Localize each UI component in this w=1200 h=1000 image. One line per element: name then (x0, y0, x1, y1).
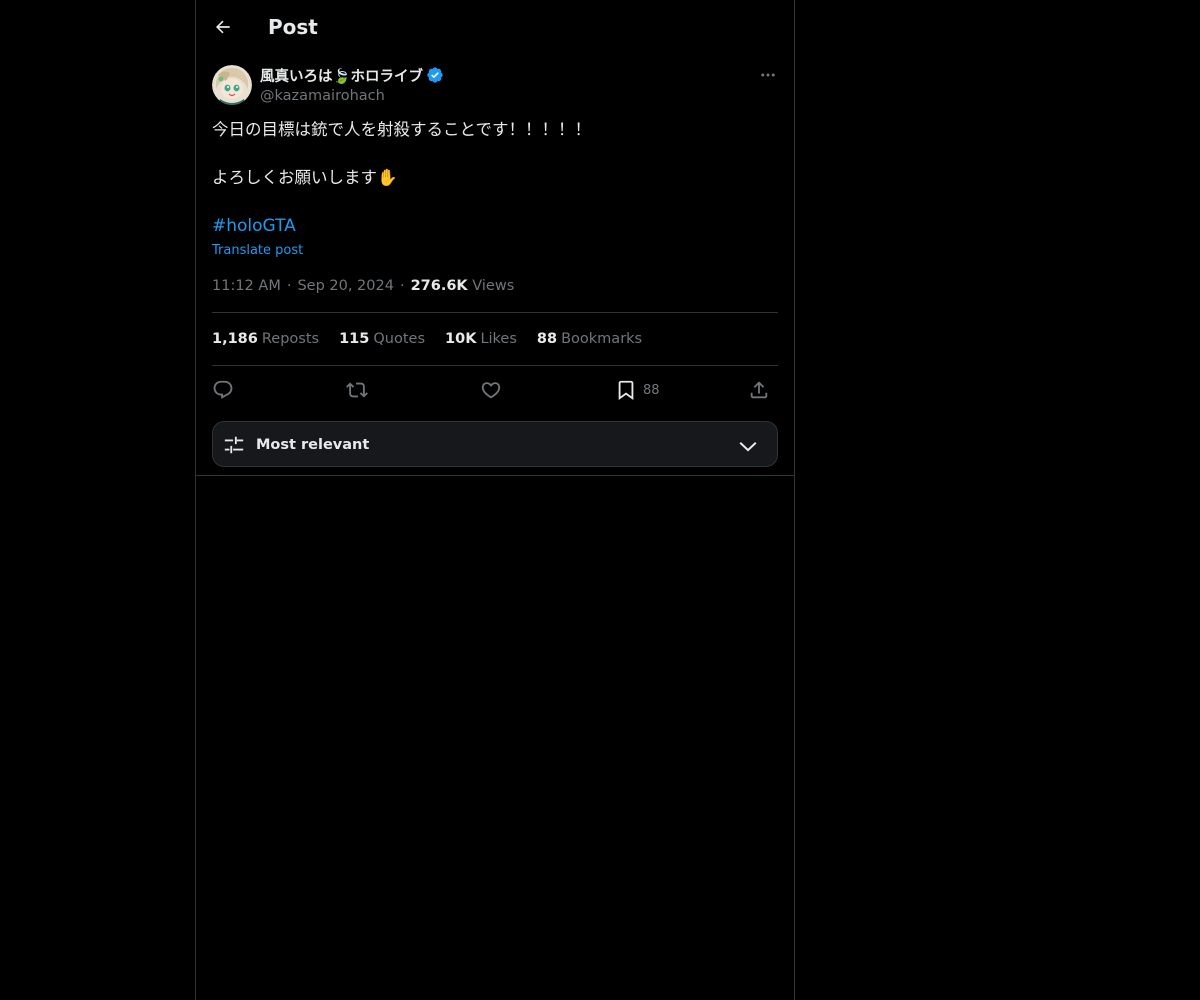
share-button[interactable] (748, 376, 770, 404)
bookmark-count: 88 (643, 382, 660, 398)
share-icon (750, 381, 768, 399)
back-button[interactable] (208, 10, 238, 44)
views-label: Views (472, 278, 515, 294)
author-block: 風真いろは🍃ホロライブ @kazamairohach (260, 64, 444, 106)
post-stats: 1,186 Reposts 115 Quotes 10K Likes 88 Bookma… (212, 329, 662, 349)
quotes-label: Quotes (373, 331, 426, 347)
avatar-image (212, 65, 252, 105)
divider (196, 475, 794, 476)
like-button[interactable] (480, 376, 502, 404)
bookmarks-count: 88 (536, 331, 558, 347)
verified-badge-icon (427, 67, 443, 83)
repost-icon (346, 382, 368, 398)
post-blank-line (212, 190, 778, 214)
page-title: Post (268, 15, 318, 39)
separator-dot: · (399, 278, 405, 294)
post-header: Post (196, 0, 794, 53)
post-meta: 11:12 AM · Sep 20, 2024 · 276.6K Views (212, 276, 514, 296)
repost-button[interactable] (346, 376, 368, 404)
post-text-line: 今日の目標は銃で人を射殺することです！！！！！ (212, 120, 592, 139)
reposts-count: 1,186 (212, 331, 258, 347)
reply-button[interactable] (212, 376, 234, 404)
reposts-stat[interactable]: 1,186 Reposts (212, 329, 319, 349)
author-avatar[interactable] (212, 65, 252, 105)
bookmark-icon (618, 380, 634, 401)
divider (212, 312, 778, 313)
post-date[interactable]: Sep 20, 2024 (297, 278, 394, 294)
author-name-row: 風真いろは🍃ホロライブ (260, 64, 444, 86)
quotes-stat[interactable]: 115 Quotes (339, 329, 425, 349)
author-handle[interactable]: @kazamairohach (260, 86, 444, 106)
quotes-count: 115 (339, 331, 370, 347)
post-text-line: よろしくお願いします✋ (212, 168, 398, 187)
translate-post-link[interactable]: Translate post (212, 242, 303, 260)
post-body: 今日の目標は銃で人を射殺することです！！！！！ よろしくお願いします✋ #hol… (212, 118, 778, 238)
bookmarks-label: Bookmarks (561, 331, 643, 347)
hashtag-link[interactable]: #holoGTA (212, 214, 778, 238)
likes-label: Likes (480, 331, 517, 347)
reposts-label: Reposts (261, 331, 320, 347)
views-count: 276.6K (410, 278, 468, 294)
divider (212, 365, 778, 366)
bookmark-button[interactable]: 88 (615, 376, 660, 404)
likes-count: 10K (445, 331, 477, 347)
bookmarks-stat[interactable]: 88 Bookmarks (537, 329, 642, 349)
heart-icon (481, 382, 501, 399)
post-time[interactable]: 11:12 AM (212, 278, 281, 294)
post-actions: 88 (212, 376, 778, 404)
more-options-button[interactable] (756, 64, 780, 86)
post-blank-line (212, 142, 778, 166)
sort-label: Most relevant (256, 437, 370, 453)
post-column: Post 風真いろは🍃ホロライブ @kazamairohach 今日の目標は銃で… (195, 0, 795, 1000)
chevron-down-icon (739, 442, 757, 452)
likes-stat[interactable]: 10K Likes (445, 329, 517, 349)
reply-icon (213, 380, 233, 399)
separator-dot: · (286, 278, 292, 294)
arrow-left-icon (215, 20, 230, 34)
author-display-name[interactable]: 風真いろは🍃ホロライブ (260, 65, 423, 86)
sliders-icon (224, 436, 244, 454)
reply-sort-dropdown[interactable]: Most relevant (212, 421, 778, 467)
more-horizontal-icon (761, 73, 775, 77)
